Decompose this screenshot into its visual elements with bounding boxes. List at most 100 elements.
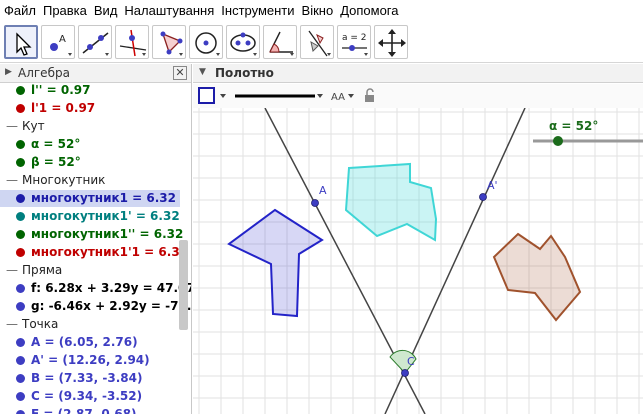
menu-window[interactable]: Вікно bbox=[302, 3, 334, 18]
point-A bbox=[311, 199, 319, 207]
visibility-toggle[interactable] bbox=[16, 194, 25, 203]
algebra-item[interactable]: l'' = 0.97 bbox=[0, 82, 180, 99]
visibility-toggle[interactable] bbox=[16, 86, 25, 95]
chevron-down-icon[interactable] bbox=[220, 94, 226, 98]
collapse-icon[interactable]: — bbox=[6, 119, 18, 133]
algebra-item[interactable]: l'1 = 0.97 bbox=[0, 100, 180, 117]
algebra-item[interactable]: A = (6.05, 2.76) bbox=[0, 334, 180, 351]
line-icon bbox=[82, 32, 109, 56]
algebra-item-label: B = (7.33, -3.84) bbox=[31, 371, 143, 385]
algebra-item-label: l'' = 0.97 bbox=[31, 83, 91, 97]
angle-icon bbox=[269, 31, 294, 56]
lock-icon[interactable] bbox=[365, 95, 374, 102]
slider-icon: a = 2 bbox=[342, 33, 368, 56]
color-swatch-button[interactable] bbox=[198, 87, 215, 104]
algebra-item[interactable]: многокутник1'1 = 6.32 bbox=[0, 244, 188, 261]
algebra-item-label: E = (2.87, 0.68) bbox=[31, 407, 137, 414]
collapse-icon[interactable]: — bbox=[6, 317, 18, 331]
algebra-item-label: β = 52° bbox=[31, 155, 81, 169]
point-A_prime bbox=[479, 193, 487, 201]
algebra-item[interactable]: f: 6.28x + 3.29y = 47.07 bbox=[0, 280, 191, 297]
algebra-item[interactable]: многокутник1 = 6.32 bbox=[0, 190, 180, 207]
geogebra-window: Файл Правка Вид Налаштування Інструменти… bbox=[0, 0, 643, 414]
algebra-item[interactable]: C = (9.34, -3.52) bbox=[0, 388, 180, 405]
slider-knob bbox=[553, 136, 563, 146]
algebra-scrollbar[interactable] bbox=[179, 240, 188, 330]
point-label-A_prime: A' bbox=[487, 179, 498, 192]
reflect-tool-button[interactable] bbox=[300, 25, 334, 59]
algebra-item-label: f: 6.28x + 3.29y = 47.07 bbox=[31, 281, 192, 295]
algebra-item-label: многокутник1'' = 6.32 bbox=[31, 227, 184, 241]
visibility-toggle[interactable] bbox=[16, 140, 25, 149]
collapse-icon[interactable]: — bbox=[6, 173, 18, 187]
algebra-title: Алгебра bbox=[18, 66, 70, 80]
algebra-group-label: Точка bbox=[22, 317, 59, 331]
algebra-item-label: C = (9.34, -3.52) bbox=[31, 389, 143, 403]
slider-tool-button[interactable]: a = 2 bbox=[337, 25, 371, 59]
graphics-title: Полотно bbox=[215, 66, 274, 80]
visibility-toggle[interactable] bbox=[16, 104, 25, 113]
point-icon: A bbox=[50, 34, 72, 56]
visibility-toggle[interactable] bbox=[16, 302, 25, 311]
point-label-C: C bbox=[407, 355, 415, 368]
ellipse-icon bbox=[230, 32, 257, 56]
collapse-triangle-icon[interactable]: ▼ bbox=[199, 67, 206, 77]
visibility-toggle[interactable] bbox=[16, 392, 25, 401]
algebra-item[interactable]: g: -6.46x + 2.92y = -70.5 bbox=[0, 298, 191, 315]
algebra-item[interactable]: β = 52° bbox=[0, 154, 180, 171]
algebra-item-label: A = (6.05, 2.76) bbox=[31, 335, 138, 349]
menu-help[interactable]: Допомога bbox=[340, 3, 398, 18]
visibility-toggle[interactable] bbox=[16, 158, 25, 167]
collapse-triangle-icon[interactable]: ▶ bbox=[5, 67, 12, 77]
point-tool-button[interactable]: A bbox=[41, 25, 75, 59]
style-bar: AA bbox=[193, 84, 643, 108]
menu-edit[interactable]: Правка bbox=[43, 3, 87, 18]
chevron-down-icon[interactable] bbox=[348, 94, 354, 98]
algebra-group-label: Многокутник bbox=[22, 173, 106, 187]
toolbar: A a = 2 bbox=[0, 21, 643, 63]
chevron-down-icon[interactable] bbox=[317, 94, 323, 98]
circle-tool-button[interactable] bbox=[189, 25, 223, 59]
menu-bar: Файл Правка Вид Налаштування Інструменти… bbox=[0, 0, 643, 20]
algebra-item-label: многокутник1 = 6.32 bbox=[31, 191, 176, 205]
algebra-item[interactable]: α = 52° bbox=[0, 136, 180, 153]
visibility-toggle[interactable] bbox=[16, 338, 25, 347]
font-size-button[interactable]: AA bbox=[331, 92, 345, 103]
svg-text:a = 2: a = 2 bbox=[342, 33, 367, 43]
visibility-toggle[interactable] bbox=[16, 230, 25, 239]
angle-tool-button[interactable] bbox=[263, 25, 297, 59]
line-tool-button[interactable] bbox=[78, 25, 112, 59]
algebra-item[interactable]: E = (2.87, 0.68) bbox=[0, 406, 180, 414]
visibility-toggle[interactable] bbox=[16, 212, 25, 221]
graphics-header: ▼ Полотно bbox=[193, 64, 643, 83]
point-label-A: A bbox=[319, 184, 327, 197]
collapse-icon[interactable]: — bbox=[6, 263, 18, 277]
algebra-item[interactable]: многокутник1'' = 6.32 bbox=[0, 226, 184, 243]
menu-tools[interactable]: Інструменти bbox=[221, 3, 294, 18]
move-tool-button[interactable] bbox=[4, 25, 38, 59]
visibility-toggle[interactable] bbox=[16, 284, 25, 293]
polygon-tool-button[interactable] bbox=[152, 25, 186, 59]
visibility-toggle[interactable] bbox=[16, 356, 25, 365]
conic-tool-button[interactable] bbox=[226, 25, 260, 59]
visibility-toggle[interactable] bbox=[16, 410, 25, 414]
polygon-cyan bbox=[344, 162, 438, 242]
drawing-canvas[interactable]: α = 52° A A' C bbox=[193, 108, 643, 414]
algebra-item[interactable]: A' = (12.26, 2.94) bbox=[0, 352, 180, 369]
perpendicular-tool-button[interactable] bbox=[115, 25, 149, 59]
algebra-item-label: α = 52° bbox=[31, 137, 81, 151]
cursor-arrow-icon bbox=[16, 32, 32, 56]
polygon-icon bbox=[160, 31, 183, 56]
perpendicular-line-icon bbox=[119, 29, 147, 57]
algebra-item[interactable]: многокутник1' = 6.32 bbox=[0, 208, 180, 225]
algebra-item[interactable]: B = (7.33, -3.84) bbox=[0, 370, 180, 387]
close-icon[interactable]: ✕ bbox=[173, 66, 187, 80]
menu-options[interactable]: Налаштування bbox=[124, 3, 214, 18]
algebra-item-label: l'1 = 0.97 bbox=[31, 101, 96, 115]
visibility-toggle[interactable] bbox=[16, 248, 25, 257]
visibility-toggle[interactable] bbox=[16, 374, 25, 383]
menu-file[interactable]: Файл bbox=[4, 3, 36, 18]
algebra-item-label: многокутник1'1 = 6.32 bbox=[31, 245, 189, 259]
move-graphics-tool-button[interactable] bbox=[374, 25, 408, 59]
menu-view[interactable]: Вид bbox=[94, 3, 118, 18]
